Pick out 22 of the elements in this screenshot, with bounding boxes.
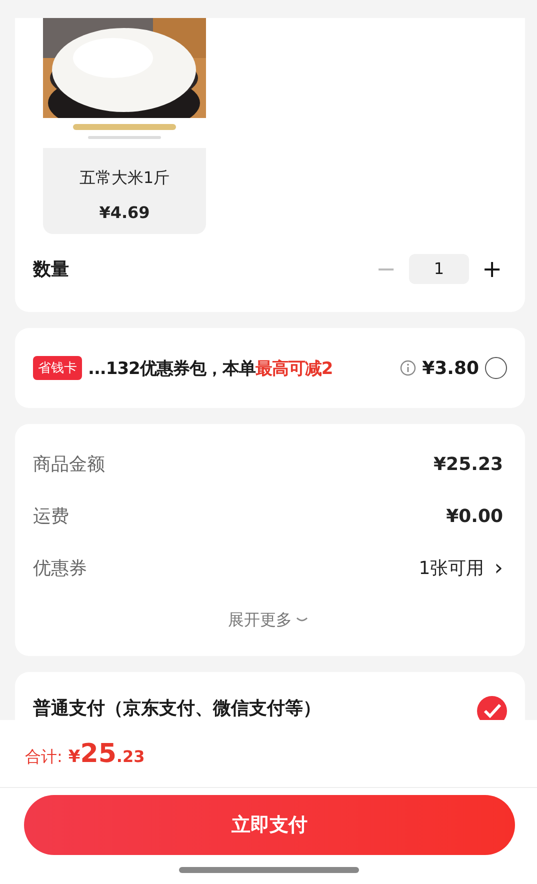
promo-text: ...132优惠券包，本单最高可减2 [88,358,334,380]
summary-label: 运费 [33,505,69,528]
pay-now-button[interactable]: 立即支付 [24,795,515,855]
summary-value: ¥0.00 [446,506,503,526]
quantity-field[interactable]: 1 [409,254,469,284]
product-price: ¥4.69 [99,203,150,222]
promo-tag: 省钱卡 [33,356,82,380]
summary-value: ¥25.23 [434,454,503,474]
expand-more-link[interactable]: 展开更多 [228,610,308,630]
summary-label: 商品金额 [33,453,105,476]
chevron-down-icon [296,616,308,624]
coupon-link[interactable]: 1张可用 › [418,556,503,580]
promo-amount: ¥3.80 [422,358,479,378]
quantity-label: 数量 [33,258,69,281]
info-icon [400,360,416,376]
total-amount: 合计: ¥25.23 [25,738,145,768]
product-name: 五常大米1斤 [79,168,170,189]
summary-label: 优惠券 [33,557,87,580]
payment-option[interactable]: 普通支付（京东支付、微信支付等） [33,696,321,720]
select-radio[interactable] [485,357,507,379]
product-card[interactable]: 五常大米1斤 ¥4.69 [43,18,206,234]
plus-button[interactable]: + [477,254,507,284]
